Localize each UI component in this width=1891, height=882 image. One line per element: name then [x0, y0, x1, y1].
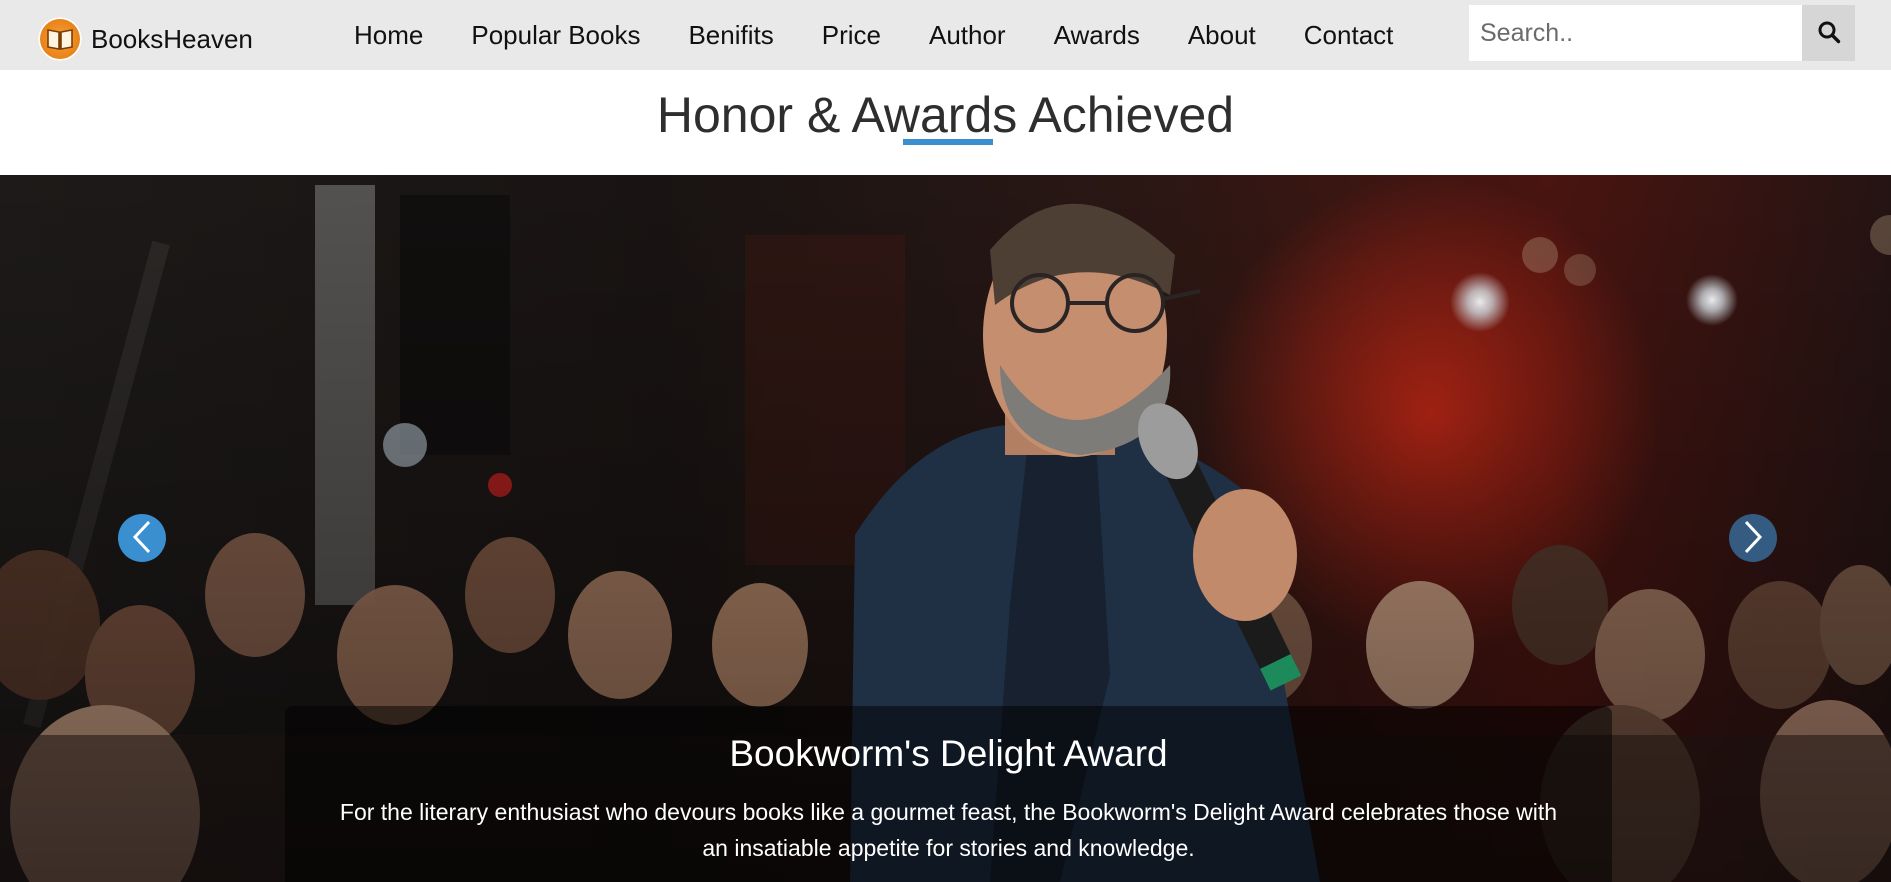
search-input[interactable]: [1469, 5, 1802, 61]
search-form: [1469, 5, 1855, 61]
navbar: BooksHeaven Home Popular Books Benifits …: [0, 0, 1891, 70]
open-book-icon: [38, 17, 82, 61]
main-nav: Home Popular Books Benifits Price Author…: [330, 0, 1417, 70]
search-icon: [1817, 20, 1841, 47]
nav-link-about[interactable]: About: [1164, 20, 1280, 51]
carousel-prev-button[interactable]: [118, 514, 166, 562]
slide-description: For the literary enthusiast who devours …: [339, 799, 1558, 861]
awards-carousel: Bookworm's Delight Award For the literar…: [0, 175, 1891, 882]
nav-link-contact[interactable]: Contact: [1280, 20, 1418, 51]
nav-link-author[interactable]: Author: [905, 20, 1030, 51]
slide-title: Bookworm's Delight Award: [729, 733, 1168, 774]
brand-name: BooksHeaven: [91, 23, 253, 54]
brand-link[interactable]: BooksHeaven: [38, 17, 253, 61]
chevron-right-icon: [1742, 520, 1764, 557]
nav-link-home[interactable]: Home: [330, 20, 447, 51]
nav-link-price[interactable]: Price: [798, 20, 905, 51]
nav-link-benifits[interactable]: Benifits: [664, 20, 797, 51]
section-title: Honor & Awards Achieved: [656, 87, 1235, 143]
search-button[interactable]: [1802, 5, 1855, 61]
title-underline: [903, 139, 993, 145]
nav-link-awards[interactable]: Awards: [1030, 20, 1164, 51]
carousel-next-button[interactable]: [1729, 514, 1777, 562]
chevron-left-icon: [131, 520, 153, 557]
slide-caption: Bookworm's Delight Award For the literar…: [285, 706, 1612, 882]
nav-link-popular-books[interactable]: Popular Books: [447, 20, 664, 51]
